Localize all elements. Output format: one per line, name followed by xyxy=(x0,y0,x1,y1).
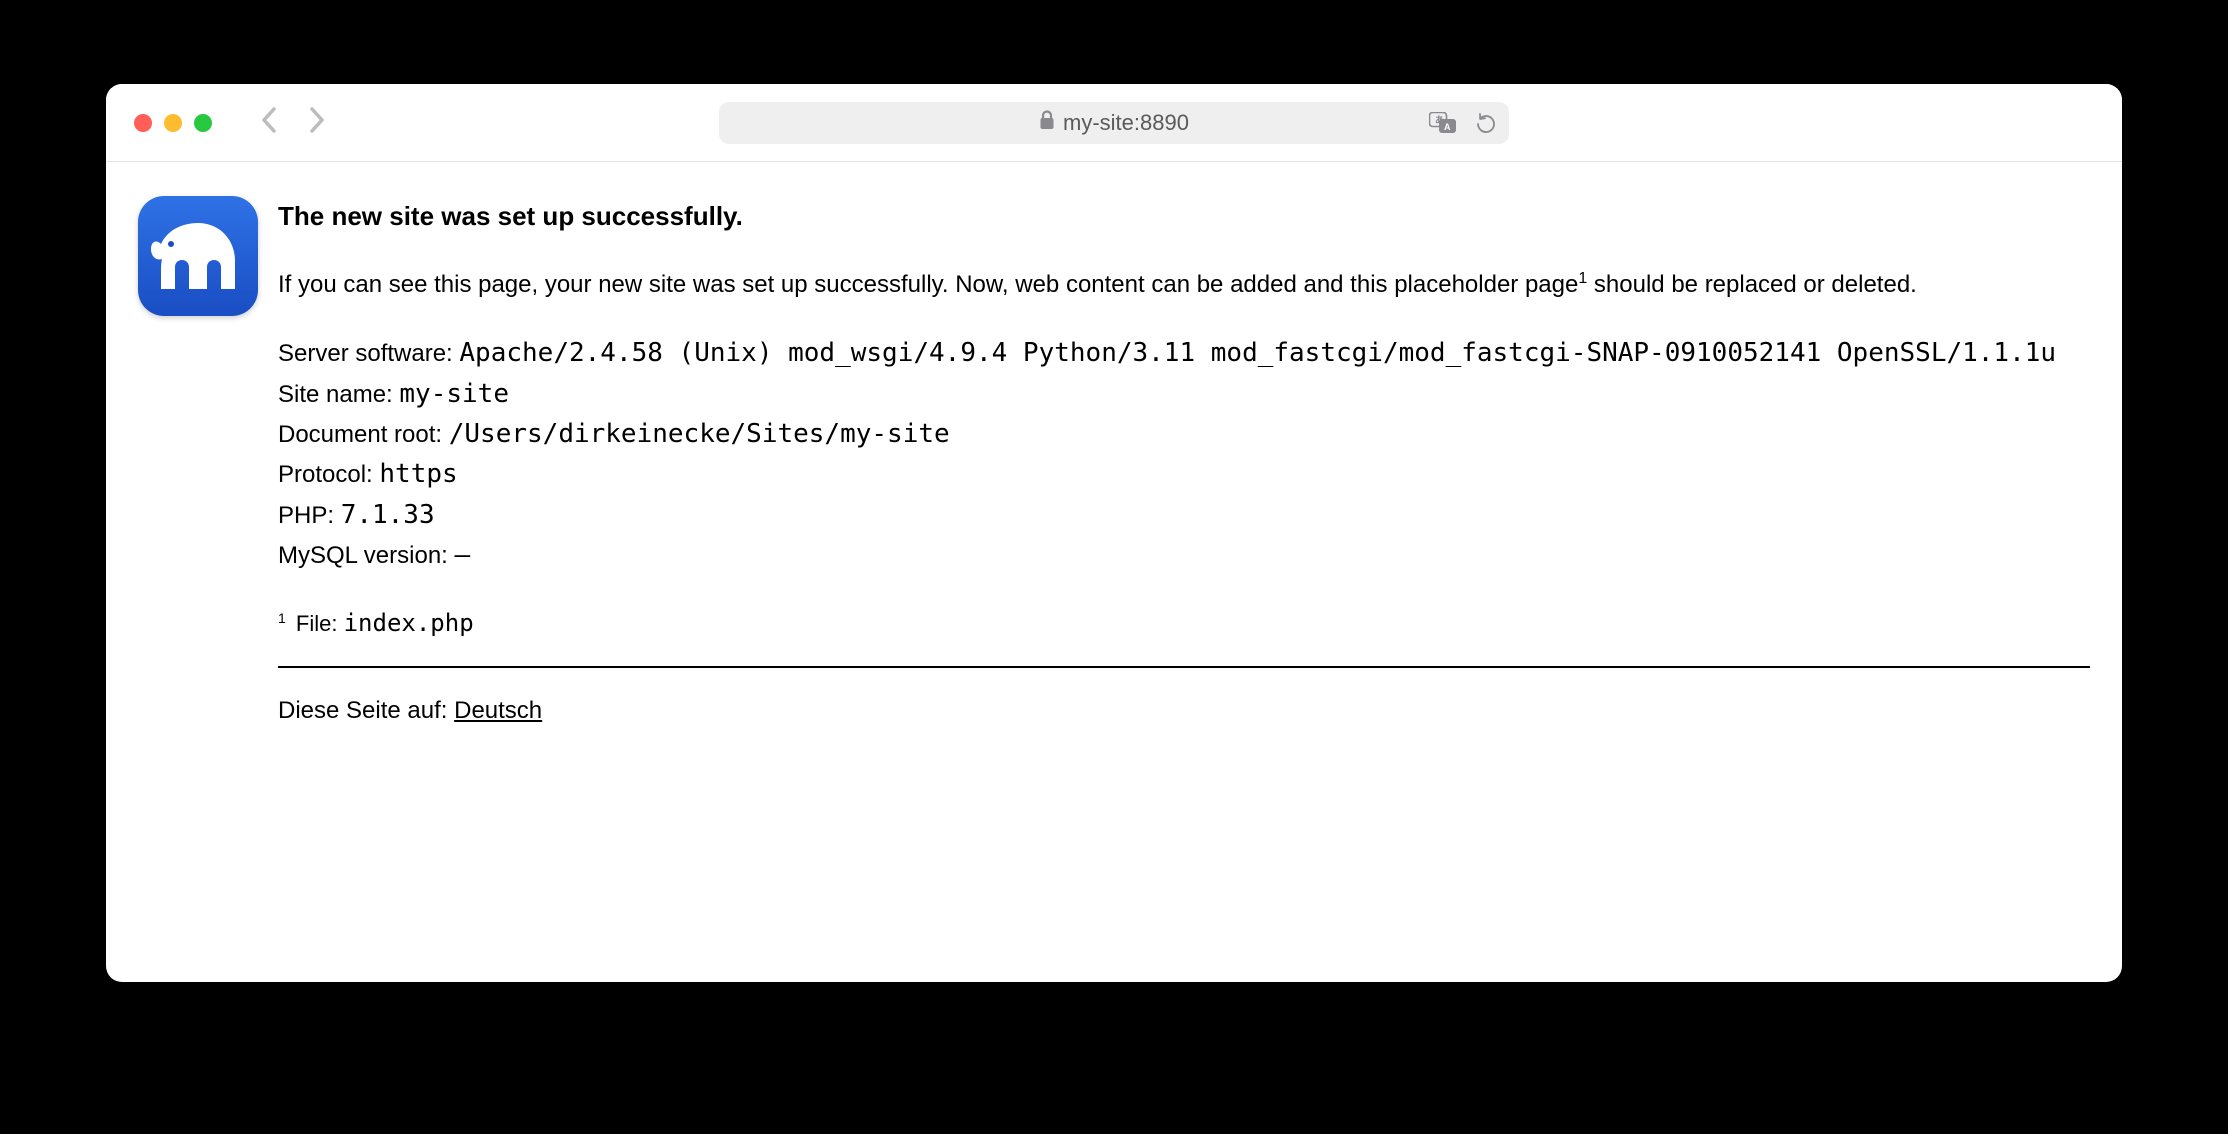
server-details: Server software: Apache/2.4.58 (Unix) mo… xyxy=(278,333,2090,575)
footnote-file: index.php xyxy=(344,609,474,637)
reload-button[interactable] xyxy=(1475,112,1495,134)
language-prefix: Diese Seite auf: xyxy=(278,697,454,724)
window-controls xyxy=(134,114,212,132)
mysql-label: MySQL version: xyxy=(278,542,455,569)
intro-suffix: should be replaced or deleted. xyxy=(1587,271,1917,298)
chevron-left-icon xyxy=(260,106,278,134)
intro-paragraph: If you can see this page, your new site … xyxy=(278,266,2090,303)
browser-window: my-site:8890 あ A xyxy=(106,84,2122,982)
svg-text:あ: あ xyxy=(1435,115,1444,125)
back-button[interactable] xyxy=(260,106,278,140)
protocol-label: Protocol: xyxy=(278,461,379,488)
document-root-row: Document root: /Users/dirkeinecke/Sites/… xyxy=(278,414,2090,454)
intro-footnote-ref: 1 xyxy=(1578,270,1587,287)
server-software-row: Server software: Apache/2.4.58 (Unix) mo… xyxy=(278,333,2090,373)
intro-prefix: If you can see this page, your new site … xyxy=(278,271,1578,298)
page-body: The new site was set up successfully. If… xyxy=(106,162,2122,982)
site-name-value: my-site xyxy=(399,379,509,409)
site-name-row: Site name: my-site xyxy=(278,374,2090,414)
address-text: my-site:8890 xyxy=(1063,110,1189,136)
site-name-label: Site name: xyxy=(278,381,399,408)
address-bar[interactable]: my-site:8890 あ A xyxy=(719,102,1509,144)
content-column: The new site was set up successfully. If… xyxy=(278,196,2090,922)
php-value: 7.1.33 xyxy=(341,500,435,530)
elephant-icon xyxy=(149,217,247,295)
protocol-value: https xyxy=(379,459,457,489)
protocol-row: Protocol: https xyxy=(278,454,2090,494)
address-content: my-site:8890 xyxy=(1039,110,1189,136)
mysql-value: – xyxy=(455,540,471,570)
document-root-label: Document root: xyxy=(278,421,449,448)
translate-icon[interactable]: あ A xyxy=(1429,112,1457,134)
language-row: Diese Seite auf: Deutsch xyxy=(278,692,2090,729)
footnote-sup: 1 xyxy=(278,610,286,626)
server-software-value: Apache/2.4.58 (Unix) mod_wsgi/4.9.4 Pyth… xyxy=(459,338,2056,368)
footnote-row: 1 File: index.php xyxy=(278,605,2090,642)
window-maximize-button[interactable] xyxy=(194,114,212,132)
mysql-row: MySQL version: – xyxy=(278,535,2090,575)
server-software-label: Server software: xyxy=(278,340,459,367)
php-row: PHP: 7.1.33 xyxy=(278,495,2090,535)
logo-column xyxy=(138,196,278,922)
page-title: The new site was set up successfully. xyxy=(278,196,2090,236)
lock-icon xyxy=(1039,110,1055,135)
mamp-logo xyxy=(138,196,258,316)
language-link[interactable]: Deutsch xyxy=(454,697,542,724)
svg-text:A: A xyxy=(1444,122,1451,132)
chevron-right-icon xyxy=(308,106,326,134)
forward-button[interactable] xyxy=(308,106,326,140)
footnote-label: File: xyxy=(290,611,344,636)
window-minimize-button[interactable] xyxy=(164,114,182,132)
separator xyxy=(278,666,2090,668)
php-label: PHP: xyxy=(278,502,341,529)
window-close-button[interactable] xyxy=(134,114,152,132)
document-root-value: /Users/dirkeinecke/Sites/my-site xyxy=(449,419,950,449)
nav-buttons xyxy=(260,106,326,140)
browser-toolbar: my-site:8890 あ A xyxy=(106,84,2122,162)
